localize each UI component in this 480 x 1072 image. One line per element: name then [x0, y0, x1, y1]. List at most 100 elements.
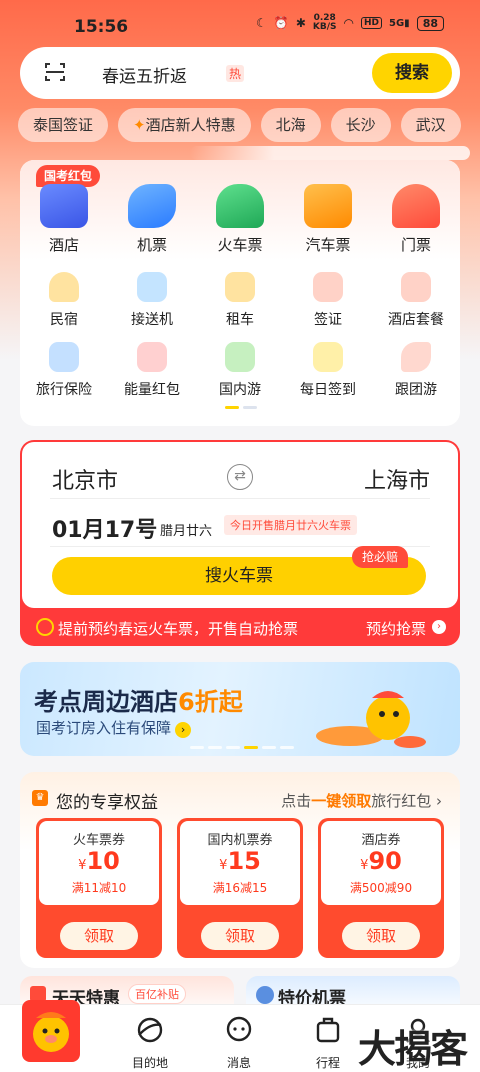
divider	[50, 498, 430, 499]
wifi-icon: ◠	[343, 16, 354, 30]
chip-hotel-newcomer[interactable]: ✦酒店新人特惠	[118, 108, 251, 142]
service-hotel-package[interactable]: 酒店套餐	[372, 272, 460, 329]
amount: 90	[368, 847, 402, 875]
to-city[interactable]: 上海市	[364, 463, 430, 495]
coupon-body: 酒店券 ¥90 满500减90	[321, 821, 441, 905]
coupon-condition: 满11减10	[71, 881, 127, 895]
service-domestic-tour[interactable]: 国内游	[196, 342, 284, 399]
coupon-flight: 国内机票券 ¥15 满16减15 领取	[177, 818, 303, 958]
service-label: 旅行保险	[36, 382, 92, 398]
amount: 15	[227, 847, 261, 875]
tab-label: 目的地	[131, 1056, 168, 1070]
coupon-name: 火车票券	[72, 833, 125, 848]
service-label: 酒店套餐	[388, 312, 444, 328]
service-car-rental[interactable]: 租车	[196, 272, 284, 329]
search-button[interactable]: 搜索	[372, 53, 452, 93]
search-input[interactable]: 春运五折返	[102, 62, 187, 87]
service-group-tour[interactable]: 跟团游	[372, 342, 460, 399]
grab-guarantee-tag: 抢必赔	[352, 546, 409, 568]
coupon-hotel: 酒店券 ¥90 满500减90 领取	[318, 818, 444, 958]
service-hotel[interactable]: 酒店	[20, 184, 108, 255]
service-label: 门票	[400, 236, 431, 254]
homestay-icon	[49, 272, 79, 302]
from-city[interactable]: 北京市	[52, 463, 118, 495]
domestic-tour-icon	[225, 342, 255, 372]
suitcase-icon	[316, 1017, 340, 1043]
crown-icon: ♛	[32, 790, 48, 806]
claim-button[interactable]: 领取	[201, 922, 279, 950]
chip-thailand-visa[interactable]: 泰国签证	[18, 108, 109, 142]
departure-date[interactable]: 01月17号	[52, 512, 157, 544]
plane-icon	[128, 184, 176, 228]
status-icons: ☾ ⏰ ✱ 0.28 KB/S ◠ HD 5G▮ 88	[256, 14, 444, 32]
carousel-dot	[226, 746, 240, 749]
service-label: 国内游	[219, 382, 261, 398]
carousel-indicator	[190, 746, 294, 749]
link-suffix: 旅行红包	[371, 792, 432, 810]
page-dot-active	[225, 406, 239, 409]
carousel-dot	[190, 746, 204, 749]
coupon-body: 国内机票券 ¥15 满16减15	[180, 821, 300, 905]
reserve-grab-link[interactable]: 预约抢票	[366, 618, 426, 639]
chip-beihai[interactable]: 北海	[260, 108, 321, 142]
service-homestay[interactable]: 民宿	[20, 272, 108, 329]
chevron-right-icon: ›	[432, 620, 446, 634]
service-label: 每日签到	[300, 382, 356, 398]
service-label: 能量红包	[124, 382, 180, 398]
service-daily-checkin[interactable]: 每日签到	[284, 342, 372, 399]
coupon-condition: 满16减15	[212, 881, 268, 895]
coupon-name: 酒店券	[361, 833, 401, 848]
tab-messages[interactable]: 消息	[209, 1015, 269, 1071]
home-mascot-button[interactable]	[22, 1000, 80, 1062]
service-train[interactable]: 火车票	[196, 184, 284, 255]
tab-destination[interactable]: 目的地	[120, 1015, 180, 1071]
subsidy-badge: 百亿补贴	[128, 984, 186, 1004]
planet-icon	[137, 1017, 163, 1043]
service-bus[interactable]: 汽车票	[284, 184, 372, 255]
service-airport-transfer[interactable]: 接送机	[108, 272, 196, 329]
secondary-services-row2: 旅行保险 能量红包 国内游 每日签到 跟团游	[20, 342, 460, 399]
service-energy-packet[interactable]: 能量红包	[108, 342, 196, 399]
amount: 10	[86, 847, 120, 875]
hotel-icon	[40, 184, 88, 228]
visa-icon	[313, 272, 343, 302]
search-bar[interactable]: 春运五折返 热 搜索	[20, 47, 460, 99]
service-travel-insurance[interactable]: 旅行保险	[20, 342, 108, 399]
claim-button[interactable]: 领取	[342, 922, 420, 950]
service-label: 租车	[226, 312, 254, 328]
coupon-name: 国内机票券	[207, 833, 273, 848]
service-tickets[interactable]: 门票	[372, 184, 460, 255]
gift-icon: ✦	[133, 116, 146, 134]
chip-wuhan[interactable]: 武汉	[400, 108, 461, 142]
mascot-icon	[33, 1012, 69, 1052]
scan-icon[interactable]	[44, 61, 66, 83]
hotel-ad-banner[interactable]: 考点周边酒店6折起 国考订房入住有保障 ›	[20, 662, 460, 756]
moon-icon: ☾	[256, 16, 267, 30]
service-flight[interactable]: 机票	[108, 184, 196, 255]
hotel-package-icon	[401, 272, 431, 302]
service-label: 酒店	[48, 236, 79, 254]
grab-ticket-banner[interactable]: 提前预约春运火车票，开售自动抢票 预约抢票 ›	[20, 610, 460, 646]
alarm-icon	[36, 618, 54, 636]
bluetooth-icon: ✱	[295, 16, 306, 30]
watermark: 大揭客	[357, 1027, 468, 1071]
ad-title-highlight: 6折起	[178, 688, 243, 716]
red-packet-icon	[137, 342, 167, 372]
service-visa[interactable]: 签证	[284, 272, 372, 329]
chip-changsha[interactable]: 长沙	[330, 108, 391, 142]
car-rental-icon	[225, 272, 255, 302]
signal-icon: 5G▮	[389, 17, 410, 29]
train-decoration	[190, 146, 470, 160]
swap-icon[interactable]: ⇄	[227, 464, 253, 490]
carousel-dot	[280, 746, 294, 749]
service-label: 机票	[136, 236, 167, 254]
carousel-dot	[262, 746, 276, 749]
speed-unit: KB/S	[312, 22, 337, 32]
claim-all-link[interactable]: 点击一键领取旅行红包 ›	[281, 790, 442, 811]
tab-itinerary[interactable]: 行程	[298, 1015, 358, 1071]
insurance-icon	[49, 342, 79, 372]
signal-label: 5G	[389, 17, 405, 29]
hot-badge: 热	[226, 65, 245, 82]
claim-button[interactable]: 领取	[60, 922, 138, 950]
alarm-status-icon: ⏰	[273, 16, 289, 30]
